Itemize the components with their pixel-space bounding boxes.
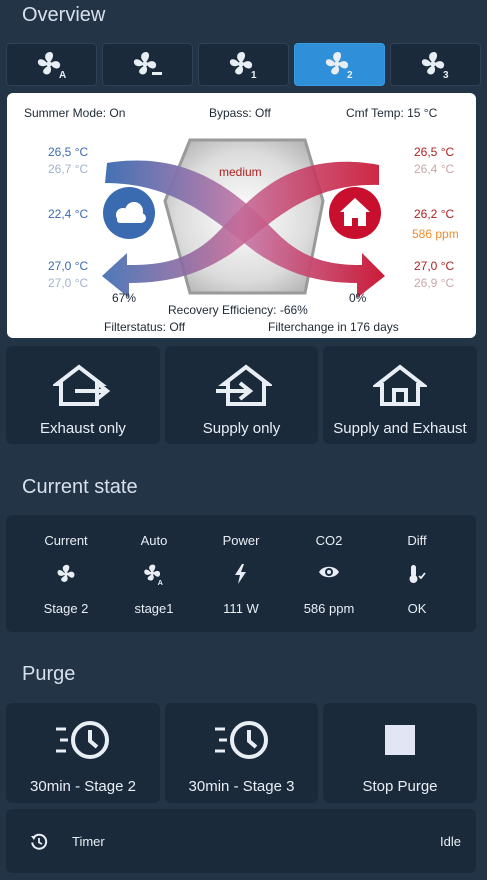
svg-text:3: 3 <box>443 70 449 80</box>
state-co2-value: 586 ppm <box>303 601 355 616</box>
exhaust-only-button[interactable]: Exhaust only <box>6 346 160 444</box>
purge-stage2-label: 30min - Stage 2 <box>30 778 136 795</box>
purge-title: Purge <box>22 663 76 685</box>
svg-text:A: A <box>59 70 66 80</box>
outdoor-sensor-temp: 22,4 °C <box>48 207 89 221</box>
house-exhaust-icon <box>53 364 111 406</box>
fan-auto-icon: A <box>144 564 164 586</box>
purge-stage3-label: 30min - Stage 3 <box>188 778 295 795</box>
lightning-icon <box>235 564 246 584</box>
stage-2-button[interactable]: 2 <box>294 43 385 86</box>
stage-3-button[interactable]: 3 <box>390 43 481 86</box>
timer-label: Timer <box>72 834 105 849</box>
house-supply-exhaust-icon <box>373 364 427 406</box>
house-supply-icon <box>215 364 272 406</box>
fan-stage-1-icon: 1 <box>229 51 257 80</box>
exhaust-fan-percent: 67% <box>112 291 137 305</box>
supply-only-label: Supply only <box>202 420 281 437</box>
svg-text:A: A <box>158 578 164 586</box>
overview-title: Overview <box>22 4 106 26</box>
exhaust-air-temp-secondary: 27,0 °C <box>48 276 89 290</box>
summer-mode-label: Summer Mode: On <box>24 106 126 120</box>
thermometer-check-icon <box>409 565 426 583</box>
outdoor-air-temp: 26,5 °C <box>48 145 89 159</box>
state-power-value: 111 W <box>223 601 259 616</box>
state-diff-header: Diff <box>407 533 427 548</box>
stage-1-button[interactable]: 1 <box>198 43 289 86</box>
fan-stage-selector: A 1 2 3 <box>6 43 481 86</box>
fast-clock-icon <box>214 721 268 759</box>
fan-icon <box>57 564 75 582</box>
indoor-temp: 26,2 °C <box>414 207 455 221</box>
fan-off-icon <box>133 51 162 75</box>
supply-air-temp-secondary: 26,9 °C <box>414 276 455 290</box>
filter-status: Filterstatus: Off <box>104 320 186 334</box>
fan-auto-icon: A <box>37 51 66 80</box>
indoor-co2: 586 ppm <box>412 227 459 241</box>
supply-and-exhaust-button[interactable]: Supply and Exhaust <box>323 346 477 444</box>
state-diff-value: OK <box>407 601 427 616</box>
fan-stage-3-icon: 3 <box>421 51 449 80</box>
state-current-value: Stage 2 <box>43 601 89 616</box>
stop-icon <box>385 725 415 755</box>
state-current-header: Current <box>44 533 88 548</box>
stop-purge-button[interactable]: Stop Purge <box>323 703 477 803</box>
outdoor-air-temp-secondary: 26,7 °C <box>48 162 89 176</box>
history-icon <box>31 833 48 850</box>
current-state-title: Current state <box>22 476 138 498</box>
eye-icon <box>319 566 339 578</box>
purge-stage2-button[interactable]: 30min - Stage 2 <box>6 703 160 803</box>
fan-stage-2-icon: 2 <box>325 51 353 80</box>
comfort-temp-label: Cmf Temp: 15 °C <box>346 106 438 120</box>
svg-text:1: 1 <box>251 70 257 80</box>
stop-purge-label: Stop Purge <box>362 778 438 795</box>
bypass-label: Bypass: Off <box>209 106 271 120</box>
extract-air-temp-secondary: 26,4 °C <box>414 162 455 176</box>
ventilation-diagram-panel: Summer Mode: On Bypass: Off Cmf Temp: 15… <box>7 93 476 338</box>
supply-and-exhaust-label: Supply and Exhaust <box>333 420 467 437</box>
timer-status: Idle <box>440 834 461 849</box>
supply-only-button[interactable]: Supply only <box>165 346 318 444</box>
stage-auto-button[interactable]: A <box>6 43 97 86</box>
supply-air-temp: 27,0 °C <box>414 259 455 273</box>
state-auto-header: Auto <box>140 533 168 548</box>
purge-timer-row: Timer Idle <box>6 809 476 873</box>
state-co2-header: CO2 <box>315 533 343 548</box>
fast-clock-icon <box>56 721 109 759</box>
state-auto-value: stage1 <box>134 601 174 616</box>
extract-air-temp: 26,5 °C <box>414 145 455 159</box>
fan-level-label: medium <box>219 165 262 179</box>
stage-off-button[interactable] <box>102 43 193 86</box>
current-state-card: Current Stage 2 Auto A stage1 Power 111 … <box>6 515 476 632</box>
supply-fan-percent: 0% <box>349 291 367 305</box>
svg-text:2: 2 <box>347 70 353 80</box>
filter-change: Filterchange in 176 days <box>268 320 399 334</box>
exhaust-air-temp: 27,0 °C <box>48 259 89 273</box>
recovery-efficiency: Recovery Efficiency: -66% <box>168 303 308 317</box>
state-power-header: Power <box>222 533 260 548</box>
purge-stage3-button[interactable]: 30min - Stage 3 <box>165 703 318 803</box>
exhaust-only-label: Exhaust only <box>40 420 126 437</box>
